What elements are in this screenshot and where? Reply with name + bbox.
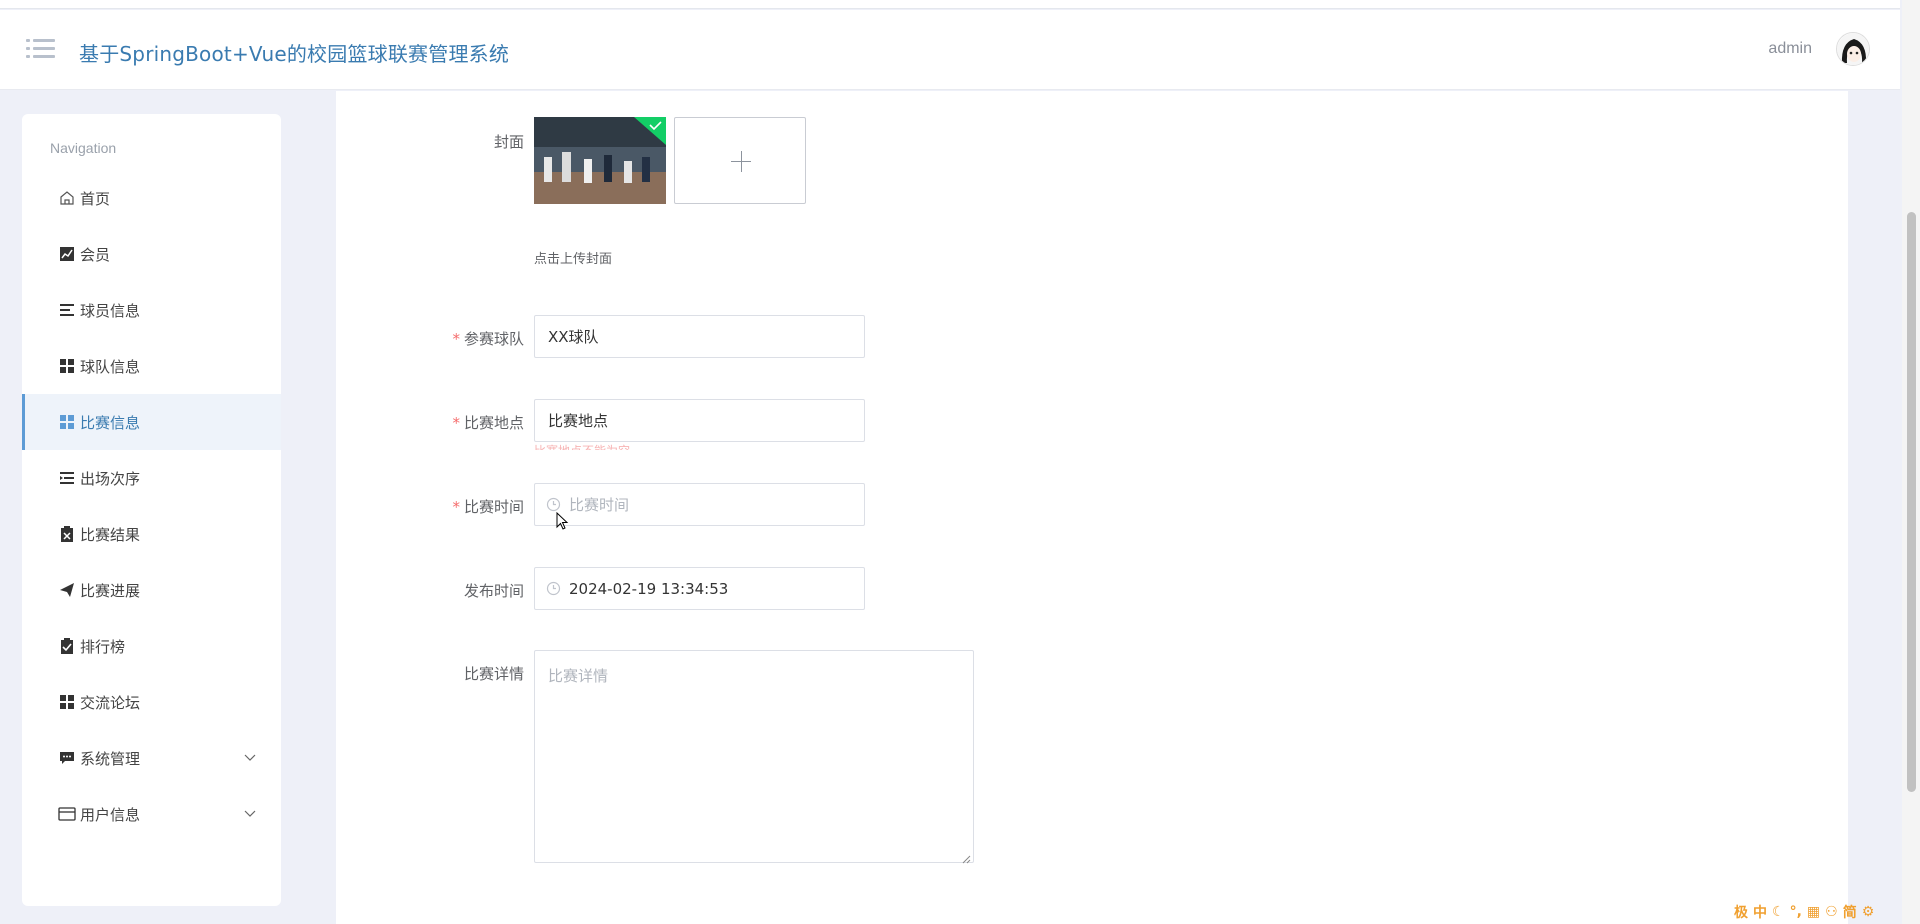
team-input[interactable]: XX球队	[534, 315, 865, 358]
sidebar-item-label: 比赛进展	[80, 581, 141, 600]
chevron-down-icon	[243, 806, 257, 820]
home-icon	[58, 189, 76, 207]
sidebar-item-label: 首页	[80, 189, 111, 208]
sidebar-item-home[interactable]: 首页	[22, 170, 281, 226]
scrollbar-thumb[interactable]	[1907, 212, 1916, 792]
clock-icon	[546, 581, 561, 596]
sidebar-item-players[interactable]: 球员信息	[22, 282, 281, 338]
match-time-label: * 比赛时间	[452, 498, 524, 516]
chart-icon	[58, 245, 76, 263]
grid-icon	[58, 693, 76, 711]
gear-icon[interactable]: ⚙	[1862, 904, 1875, 920]
chevron-down-icon	[243, 750, 257, 764]
send-icon	[58, 581, 76, 599]
sidebar-item-results[interactable]: 比赛结果	[22, 506, 281, 562]
card-icon	[58, 805, 76, 823]
sidebar-item-label: 会员	[80, 245, 111, 264]
match-time-picker[interactable]: 比赛时间	[534, 483, 865, 526]
mouse-cursor-icon	[556, 511, 570, 532]
publish-time-picker[interactable]: 2024-02-19 13:34:53	[534, 567, 865, 610]
indent-icon	[58, 469, 76, 487]
nav-title: Navigation	[50, 140, 117, 156]
ime-logo[interactable]: 极	[1734, 902, 1748, 922]
menu-toggle-icon[interactable]	[26, 36, 56, 62]
sidebar-item-userinfo[interactable]: 用户信息	[22, 786, 281, 842]
ime-simplified[interactable]: 简	[1843, 902, 1857, 922]
user-name[interactable]: admin	[1768, 40, 1812, 58]
chat-icon	[58, 749, 76, 767]
sidebar-item-label: 比赛信息	[80, 413, 141, 432]
sidebar-item-label: 系统管理	[80, 749, 141, 768]
team-label: * 参赛球队	[452, 330, 524, 348]
avatar[interactable]	[1836, 32, 1870, 66]
punct-icon[interactable]: °,	[1790, 904, 1802, 920]
sidebar: Navigation 首页 会员 球员信息 球队信息 比赛信息 出场次序 比赛结…	[22, 114, 281, 906]
resize-grip-icon[interactable]	[961, 850, 971, 864]
cover-image[interactable]	[534, 117, 666, 204]
detail-textarea[interactable]: 比赛详情	[534, 650, 974, 864]
ime-toolbar[interactable]: 极 中 ☾ °, ▦ ⚇ 简 ⚙	[1734, 902, 1874, 922]
sidebar-item-forum[interactable]: 交流论坛	[22, 674, 281, 730]
publish-time-label: 发布时间	[463, 582, 524, 600]
ime-mode[interactable]: 中	[1753, 902, 1767, 922]
top-header: 基于SpringBoot+Vue的校园篮球联赛管理系统 admin	[0, 10, 1900, 90]
list-icon	[58, 301, 76, 319]
sidebar-item-label: 用户信息	[80, 805, 141, 824]
cover-label: 封面	[493, 133, 524, 151]
sidebar-item-lineup[interactable]: 出场次序	[22, 450, 281, 506]
sidebar-item-member[interactable]: 会员	[22, 226, 281, 282]
sidebar-item-matches[interactable]: 比赛信息	[22, 394, 281, 450]
sidebar-item-teams[interactable]: 球队信息	[22, 338, 281, 394]
sidebar-item-label: 球员信息	[80, 301, 141, 320]
moon-icon[interactable]: ☾	[1772, 904, 1785, 920]
sidebar-item-progress[interactable]: 比赛进展	[22, 562, 281, 618]
sidebar-item-label: 交流论坛	[80, 693, 141, 712]
window-top-strip	[0, 0, 1900, 9]
clock-icon	[546, 497, 561, 512]
clipboard-check-icon	[58, 637, 76, 655]
sidebar-item-label: 球队信息	[80, 357, 141, 376]
grid-icon	[58, 413, 76, 431]
grid-icon	[58, 357, 76, 375]
detail-label: 比赛详情	[463, 665, 524, 683]
clipboard-x-icon	[58, 525, 76, 543]
keyboard-icon[interactable]: ▦	[1807, 904, 1820, 920]
venue-input[interactable]: 比赛地点	[534, 399, 865, 442]
app-title: 基于SpringBoot+Vue的校园篮球联赛管理系统	[79, 42, 510, 66]
sidebar-item-ranking[interactable]: 排行榜	[22, 618, 281, 674]
user-icon[interactable]: ⚇	[1825, 904, 1838, 920]
upload-tip: 点击上传封面	[534, 252, 613, 267]
sidebar-item-label: 出场次序	[80, 469, 141, 488]
venue-error-text: 比赛地点不能为空	[534, 442, 630, 450]
sidebar-item-label: 比赛结果	[80, 525, 141, 544]
sidebar-item-system[interactable]: 系统管理	[22, 730, 281, 786]
upload-cover-button[interactable]	[674, 117, 806, 204]
venue-label: * 比赛地点	[452, 414, 524, 432]
sidebar-item-label: 排行榜	[80, 637, 126, 656]
